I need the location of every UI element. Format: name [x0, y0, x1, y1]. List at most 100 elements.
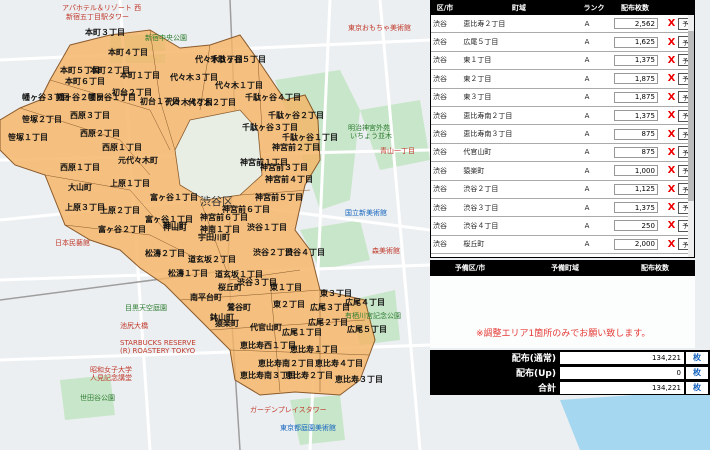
area-label: 上原２丁目 [100, 205, 140, 215]
total-row-normal: 配布(通常) 134,221 枚 [430, 350, 710, 365]
area-label: 初台２丁目 [112, 87, 152, 97]
poi-label: 森美術館 [372, 246, 400, 255]
area-label: 広尾２丁目 [308, 317, 348, 327]
area-label: 本町６丁目 [64, 76, 105, 86]
table-row: 渋谷恵比寿南２丁目AX予 [431, 107, 694, 126]
header-rank: ランク [583, 4, 605, 12]
row-city: 渋谷 [433, 38, 447, 47]
area-label: 鶯谷町 [227, 302, 251, 312]
row-town: 桜丘町 [463, 240, 485, 249]
area-label: 南平台町 [190, 292, 222, 302]
poi-label: 人見記念講堂 [90, 373, 132, 382]
count-input[interactable] [613, 238, 658, 250]
row-town: 東３丁目 [463, 93, 492, 102]
area-label: 恵比寿４丁目 [315, 358, 363, 368]
reserve-header-count: 配布枚数 [641, 264, 669, 272]
row-city: 渋谷 [433, 130, 447, 139]
count-input[interactable] [613, 202, 658, 214]
row-city: 渋谷 [433, 74, 447, 83]
table-scrollbar[interactable] [688, 15, 694, 257]
total-unit-normal: 枚 [686, 351, 708, 364]
count-input[interactable] [613, 165, 658, 177]
area-label: 東２丁目 [273, 299, 305, 309]
delete-icon[interactable]: X [665, 110, 679, 121]
poi-label: 明治神宮外苑 [348, 123, 390, 132]
total-unit-up: 枚 [686, 366, 708, 379]
area-label: 大山町 [68, 182, 92, 192]
poi-label: 新宿中央公園 [145, 33, 187, 42]
delete-icon[interactable]: X [665, 165, 679, 176]
area-label: 富ヶ谷１丁目 [150, 192, 198, 202]
header-town: 町域 [512, 4, 526, 12]
row-town: 東１丁目 [463, 56, 492, 65]
area-label: 西原２丁目 [80, 129, 120, 138]
count-input[interactable] [613, 73, 658, 85]
adjustment-notice: ※調整エリア1箇所のみでお願い致します。 [476, 329, 651, 339]
area-label: 千駄ヶ谷１丁目 [282, 132, 338, 142]
row-town: 恵比寿南２丁目 [463, 111, 513, 120]
delete-icon[interactable]: X [665, 239, 679, 250]
count-input[interactable] [613, 220, 658, 232]
count-input[interactable] [613, 36, 658, 48]
area-label: 松濤２丁目 [145, 248, 185, 258]
area-label: 笹塚２丁目 [21, 114, 62, 124]
area-label: 西原１丁目 [102, 143, 142, 152]
poi-label: 日本民藝館 [55, 238, 90, 247]
table-row: 渋谷東３丁目AX予 [431, 89, 694, 107]
area-label: 代官山町 [249, 322, 282, 332]
row-rank: A [584, 19, 590, 28]
table-row: 渋谷渋谷４丁目AX予 [431, 217, 694, 236]
area-label: 広尾４丁目 [345, 297, 385, 307]
delete-icon[interactable]: X [665, 257, 679, 258]
delete-icon[interactable]: X [665, 220, 679, 231]
total-row-sum: 合計 134,221 枚 [430, 380, 710, 395]
totals-box: 配布(通常) 134,221 枚 配布(Up) 0 枚 合計 134,221 枚 [430, 350, 710, 395]
delete-icon[interactable]: X [665, 202, 679, 213]
area-label: 千駄ヶ谷２丁目 [268, 110, 324, 120]
delete-icon[interactable]: X [665, 184, 679, 195]
area-label: 恵比寿１丁目 [290, 344, 338, 354]
row-city: 渋谷 [433, 203, 447, 212]
delete-icon[interactable]: X [665, 18, 679, 29]
count-input[interactable] [613, 128, 658, 140]
delete-icon[interactable]: X [665, 92, 679, 103]
area-label: 神宮前２丁目 [272, 142, 320, 152]
area-label: 広尾５丁目 [347, 324, 387, 334]
total-unit-sum: 枚 [686, 381, 708, 394]
area-label: 渋谷１丁目 [247, 222, 287, 232]
count-input[interactable] [613, 183, 658, 195]
area-label: 神宮前１丁目 [240, 157, 288, 167]
count-input[interactable] [613, 146, 658, 158]
delete-icon[interactable]: X [665, 129, 679, 140]
poi-label: 池尻大橋 [120, 321, 148, 330]
count-input[interactable] [613, 54, 658, 66]
count-input[interactable] [613, 110, 658, 122]
scrollbar-thumb[interactable] [688, 31, 694, 201]
row-town: 恵比寿南３丁目 [463, 130, 513, 139]
reserve-header-city: 予備区/市 [454, 264, 486, 272]
table-row: 渋谷恵比寿南３丁目AX予 [431, 125, 694, 144]
area-label: 恵比寿南２丁目 [258, 358, 314, 368]
delete-icon[interactable]: X [665, 37, 679, 48]
row-rank: A [584, 221, 590, 230]
count-input[interactable] [614, 257, 658, 258]
area-label: 神宮前４丁目 [265, 174, 313, 184]
poi-label: ガーデンプレイスタワー [250, 405, 327, 414]
table-row: 渋谷桜丘町AX予 [431, 236, 694, 255]
count-input[interactable] [613, 91, 658, 103]
delete-icon[interactable]: X [665, 147, 679, 158]
total-value-sum: 134,221 [560, 381, 684, 394]
row-rank: A [584, 240, 590, 249]
delete-icon[interactable]: X [665, 55, 679, 66]
count-input[interactable] [613, 18, 658, 30]
total-value-up: 0 [560, 366, 684, 379]
delete-icon[interactable]: X [665, 73, 679, 84]
area-label: 東３丁目 [320, 288, 352, 298]
area-label: 神南１丁目 [200, 224, 240, 234]
row-rank: A [584, 203, 590, 212]
table-row: 渋谷代官山町AX予 [431, 144, 694, 163]
area-label: 西原１丁目 [60, 163, 100, 172]
poi-label: 目黒天空庭園 [125, 303, 167, 312]
water-bay [560, 390, 710, 450]
table-row: 渋谷渋谷２丁目AX予 [431, 181, 694, 199]
